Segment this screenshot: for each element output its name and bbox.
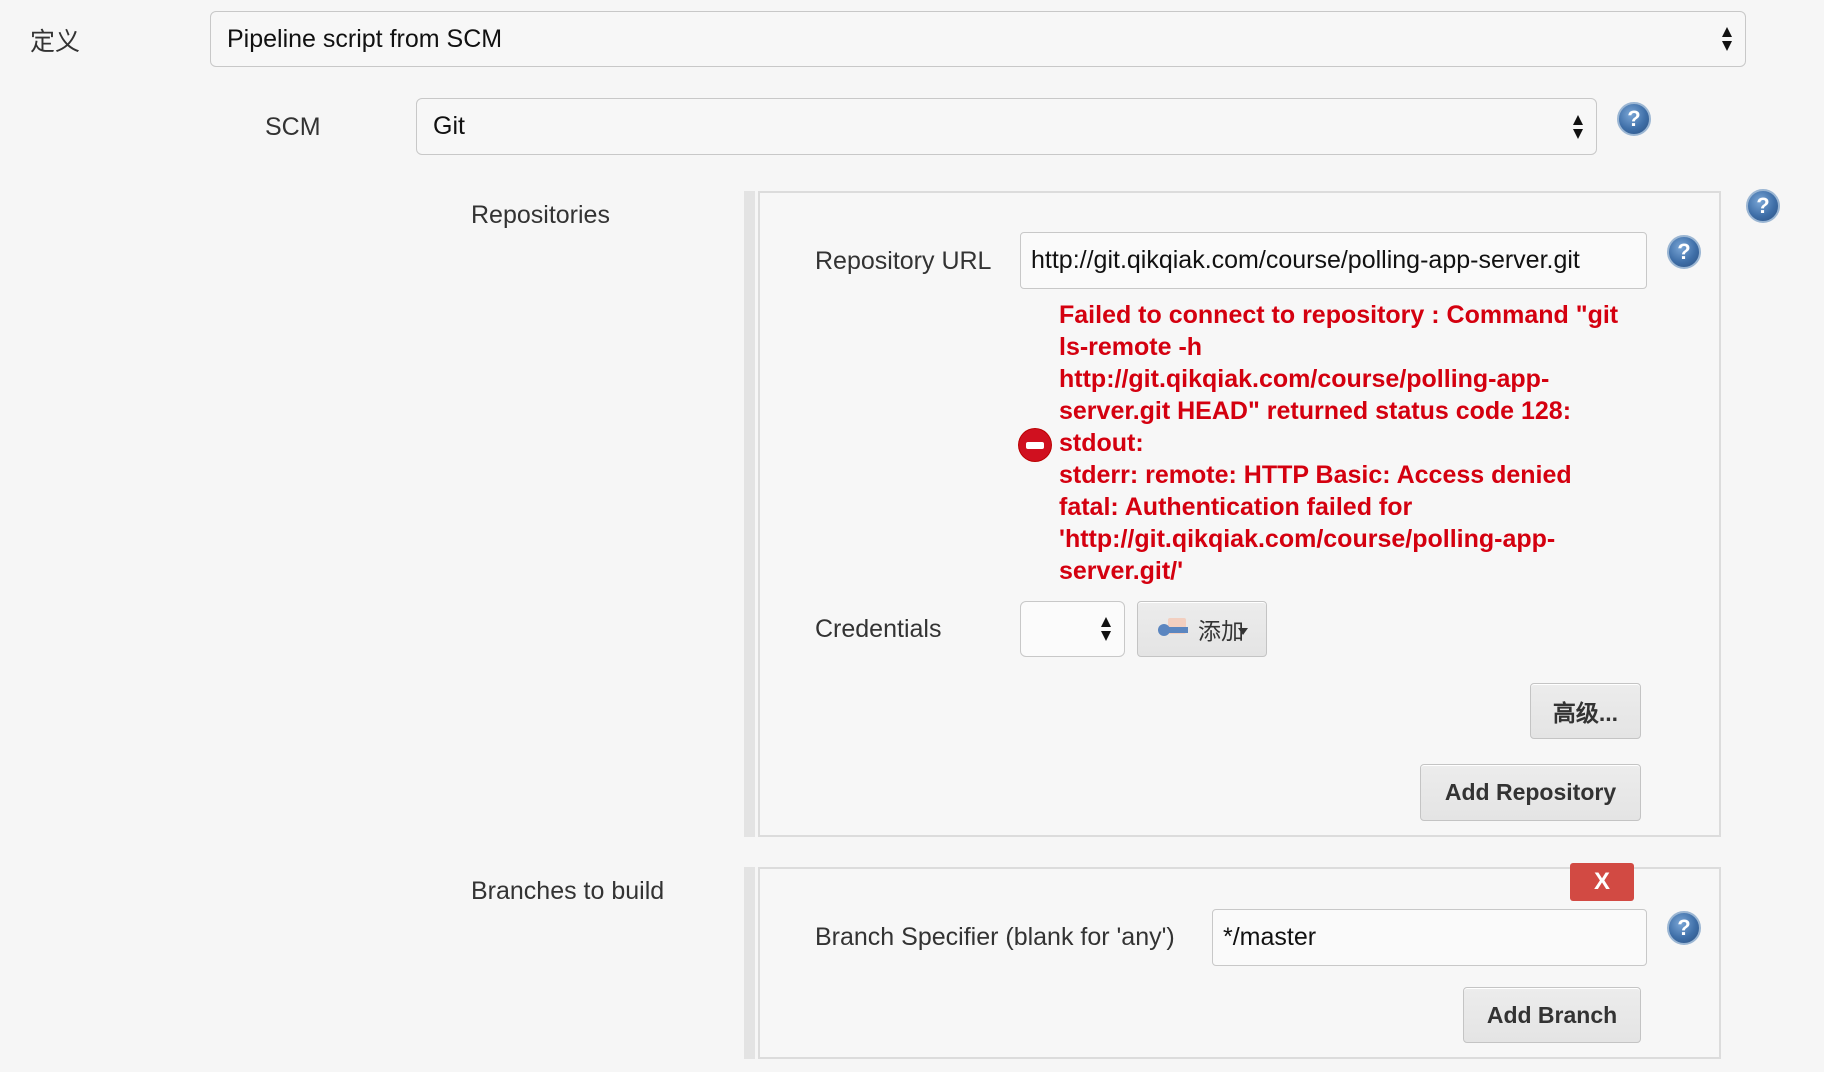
error-line: ls-remote -h bbox=[1059, 333, 1203, 361]
scm-select[interactable]: Git bbox=[416, 98, 1597, 155]
repositories-label: Repositories bbox=[471, 201, 610, 229]
repository-url-input[interactable]: http://git.qikqiak.com/course/polling-ap… bbox=[1020, 232, 1647, 289]
definition-select[interactable]: Pipeline script from SCM bbox=[210, 11, 1746, 67]
repositories-help-icon[interactable]: ? bbox=[1746, 189, 1780, 223]
repositories-strip bbox=[744, 191, 755, 837]
branches-label: Branches to build bbox=[471, 877, 665, 905]
branch-specifier-label: Branch Specifier (blank for 'any') bbox=[815, 923, 1175, 951]
repository-url-value: http://git.qikqiak.com/course/polling-ap… bbox=[1031, 246, 1580, 274]
advanced-button[interactable]: 高级... bbox=[1530, 683, 1641, 739]
scm-select-value: Git bbox=[433, 112, 465, 140]
dropdown-caret-icon bbox=[1238, 627, 1248, 635]
add-branch-button[interactable]: Add Branch bbox=[1463, 987, 1641, 1043]
repository-url-label: Repository URL bbox=[815, 247, 992, 275]
select-arrows-icon bbox=[1100, 616, 1112, 642]
definition-select-value: Pipeline script from SCM bbox=[227, 24, 503, 53]
select-arrows-icon bbox=[1721, 26, 1733, 52]
definition-label: 定义 bbox=[30, 28, 81, 56]
branch-specifier-help-icon[interactable]: ? bbox=[1667, 911, 1701, 945]
branch-specifier-input[interactable]: */master bbox=[1212, 909, 1647, 966]
add-credentials-button[interactable]: 添加 bbox=[1137, 601, 1267, 657]
error-line: stderr: remote: HTTP Basic: Access denie… bbox=[1059, 461, 1572, 489]
error-line: fatal: Authentication failed for bbox=[1059, 493, 1413, 521]
branch-specifier-value: */master bbox=[1223, 923, 1317, 951]
error-line: stdout: bbox=[1059, 429, 1144, 457]
error-line: 'http://git.qikqiak.com/course/polling-a… bbox=[1059, 525, 1556, 553]
error-line: server.git/' bbox=[1059, 557, 1184, 585]
scm-label: SCM bbox=[265, 113, 321, 141]
branches-strip bbox=[744, 867, 755, 1059]
error-line: Failed to connect to repository : Comman… bbox=[1059, 301, 1619, 329]
add-repository-button[interactable]: Add Repository bbox=[1420, 764, 1641, 821]
repository-error-message: Failed to connect to repository : Comman… bbox=[1059, 299, 1659, 587]
credentials-select[interactable] bbox=[1020, 601, 1125, 657]
error-icon bbox=[1019, 429, 1051, 461]
delete-branch-button[interactable]: X bbox=[1570, 863, 1634, 901]
repository-url-help-icon[interactable]: ? bbox=[1667, 235, 1701, 269]
scm-help-icon[interactable]: ? bbox=[1617, 102, 1651, 136]
select-arrows-icon bbox=[1572, 114, 1584, 140]
credentials-label: Credentials bbox=[815, 615, 942, 643]
key-icon bbox=[1158, 618, 1190, 640]
error-line: server.git HEAD" returned status code 12… bbox=[1059, 397, 1572, 425]
error-line: http://git.qikqiak.com/course/polling-ap… bbox=[1059, 365, 1550, 393]
